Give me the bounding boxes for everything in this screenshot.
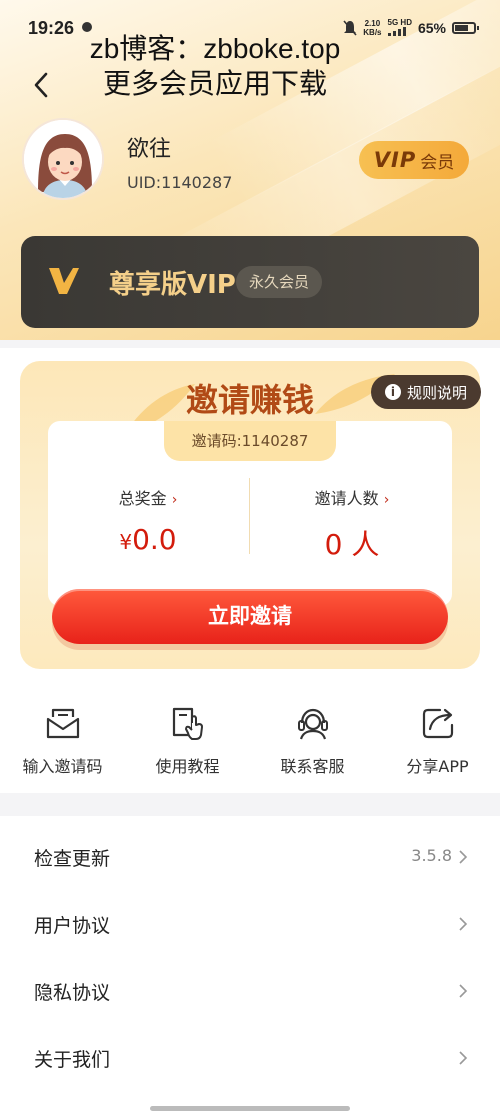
chevron-right-icon: › [171,492,178,508]
stats-divider [249,478,250,554]
total-reward-label: 总奖金 › [48,485,248,509]
back-button[interactable] [30,70,54,100]
tutorial-book-icon [172,707,203,740]
enter-invite-code-label: 输入邀请码 [22,757,103,776]
total-reward-stat[interactable]: 总奖金 › ¥0.0 [48,485,248,556]
username: 欲往 [127,137,172,162]
customer-service-shortcut[interactable]: 联系客服 [250,705,375,777]
watermark-line-1: zb博客：zbboke.top [89,33,341,64]
customer-service-icon [297,708,328,740]
share-app-shortcut[interactable]: 分享APP [375,705,500,777]
menu-item-about-us[interactable]: 关于我们 [0,1025,500,1091]
tutorial-shortcut[interactable]: 使用教程 [125,705,250,777]
menu-item-privacy-policy[interactable]: 隐私协议 [0,958,500,1024]
chevron-right-icon [459,1051,468,1065]
vip-status-card[interactable]: 尊享版VIP 永久会员 [21,236,479,328]
invite-count-value: 0 人 [324,528,380,561]
total-reward-label-text: 总奖金 [118,489,167,508]
app-version: 3.5.8 [411,846,452,865]
settings-menu: 检查更新 3.5.8 用户协议 隐私协议 关于我们 [0,816,500,1115]
total-reward-value: ¥0.0 [48,523,248,556]
invite-count-label: 邀请人数 › [252,485,452,509]
chevron-right-icon [459,850,468,864]
info-icon: i [384,384,401,400]
permanent-member-tag: 永久会员 [236,266,323,298]
menu-item-label: 用户协议 [34,915,111,937]
menu-item-label: 检查更新 [34,848,111,870]
chevron-right-icon [459,984,468,998]
chevron-right-icon [459,917,468,931]
menu-item-label: 关于我们 [34,1049,111,1071]
rules-button-label: 规则说明 [406,383,467,402]
invite-code: 邀请码:1140287 [164,421,336,461]
vip-card-title: 尊享版VIP [109,270,236,300]
vip-v-icon [49,268,79,294]
user-uid: UID:1140287 [127,173,233,192]
invite-count-stat[interactable]: 邀请人数 › 0 人 [252,485,452,563]
invite-now-button[interactable]: 立即邀请 [52,589,448,644]
home-indicator[interactable] [150,1106,350,1111]
menu-item-label: 隐私协议 [34,982,111,1004]
network-type-label: 5G HD [387,18,412,27]
chevron-left-icon [34,72,48,98]
menu-item-check-update[interactable]: 检查更新 3.5.8 [0,824,500,890]
invite-count-label-text: 邀请人数 [314,489,379,508]
share-app-label: 分享APP [406,757,469,776]
avatar[interactable] [22,118,104,200]
menu-item-user-agreement[interactable]: 用户协议 [0,891,500,957]
tutorial-label: 使用教程 [155,757,220,776]
battery-icon [452,22,479,34]
currency-symbol: ¥ [119,530,133,554]
chevron-right-icon: › [383,492,390,508]
mail-icon [46,708,79,739]
vip-badge-word: VIP [373,148,417,172]
rules-button[interactable]: i 规则说明 [371,375,481,409]
watermark-line-2: 更多会员应用下载 [102,68,327,99]
total-reward-amount: 0.0 [132,523,177,556]
vip-badge-member: 会员 [420,152,455,173]
enter-invite-code-shortcut[interactable]: 输入邀请码 [0,705,125,777]
vip-member-badge[interactable]: VIP 会员 [359,141,469,179]
customer-service-label: 联系客服 [280,757,345,776]
share-icon [422,708,453,739]
